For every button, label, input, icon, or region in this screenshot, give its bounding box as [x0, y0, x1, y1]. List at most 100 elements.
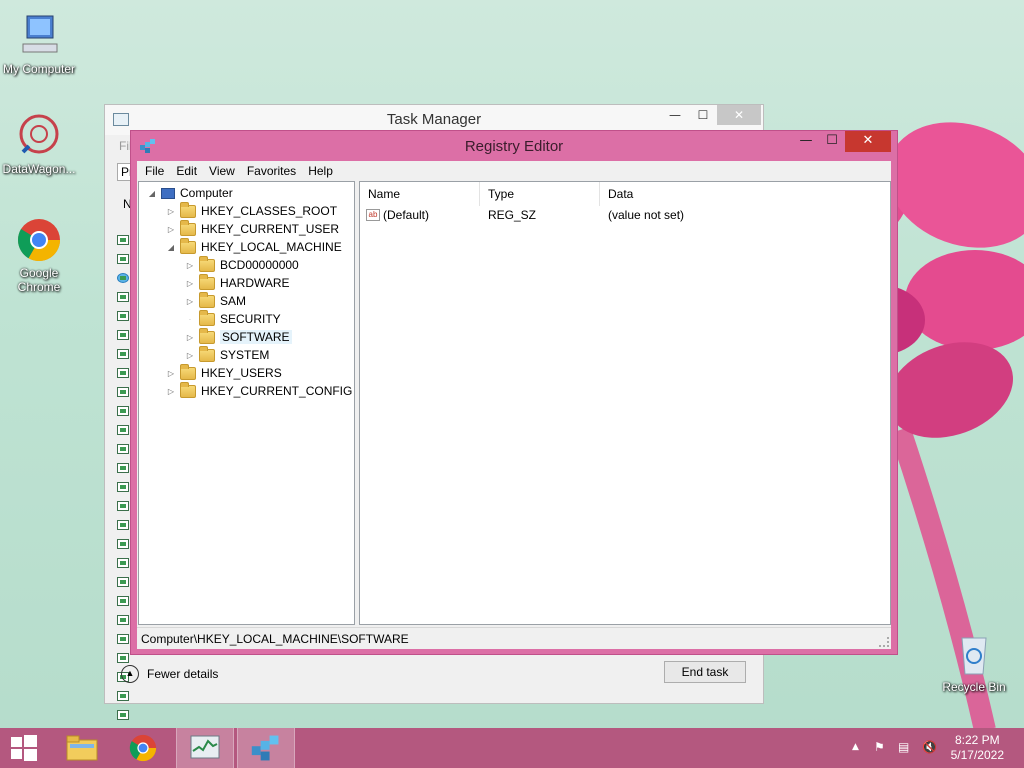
- tree-node-label: SAM: [220, 294, 247, 308]
- task-manager-icon: [190, 735, 220, 759]
- desktop-icon-datawagon[interactable]: DataWagon...: [1, 112, 77, 176]
- menu-view[interactable]: View: [203, 161, 241, 181]
- column-header-type[interactable]: Type: [480, 182, 600, 206]
- expand-arrow-icon[interactable]: ▷: [185, 333, 195, 342]
- registry-editor-window[interactable]: Registry Editor — ☐ ✕ File Edit View Fav…: [130, 130, 898, 655]
- close-button[interactable]: ✕: [845, 131, 891, 152]
- folder-icon: [180, 381, 196, 398]
- tree-node-hkey-local-machine[interactable]: ◢ HKEY_LOCAL_MACHINE: [166, 237, 342, 256]
- chrome-icon: [129, 734, 157, 762]
- tree-node-label: HARDWARE: [220, 276, 290, 290]
- close-button[interactable]: ✕: [717, 105, 761, 125]
- desktop-icon-label: DataWagon...: [2, 162, 76, 176]
- folder-icon: [199, 273, 215, 290]
- value-data: (value not set): [608, 208, 685, 222]
- clock-time: 8:22 PM: [954, 733, 1000, 747]
- menu-edit[interactable]: Edit: [170, 161, 203, 181]
- tree-node-label: SECURITY: [220, 312, 281, 326]
- tree-node-hkey-current-user[interactable]: ▷ HKEY_CURRENT_USER: [166, 219, 340, 238]
- value-name: (Default): [383, 208, 430, 222]
- clock-date: 5/17/2022: [950, 748, 1004, 762]
- folder-icon: [66, 735, 98, 761]
- windows-logo-icon: [11, 735, 37, 761]
- expand-arrow-icon[interactable]: ▷: [185, 279, 195, 288]
- tree-node-label: SOFTWARE: [220, 330, 292, 344]
- desktop-icon-label: Recycle Bin: [942, 680, 1006, 694]
- desktop-icon-recycle-bin[interactable]: Recycle Bin: [936, 630, 1012, 694]
- tree-node-label: HKEY_CLASSES_ROOT: [201, 204, 338, 218]
- minimize-button[interactable]: —: [793, 131, 819, 152]
- registry-editor-icon: [251, 735, 279, 761]
- value-type: REG_SZ: [488, 208, 537, 222]
- maximize-button[interactable]: ☐: [819, 131, 845, 152]
- tree-node-label: HKEY_CURRENT_USER: [201, 222, 340, 236]
- expand-arrow-icon[interactable]: ▷: [185, 351, 195, 360]
- column-header-data[interactable]: Data: [600, 182, 890, 206]
- desktop-icon-my-computer[interactable]: My Computer: [1, 12, 77, 76]
- registry-tree[interactable]: ◢ Computer ▷ HKEY_CLASSES_ROOT ▷ HKEY_CU…: [138, 181, 355, 625]
- fewer-details-label: Fewer details: [147, 667, 219, 681]
- menu-help[interactable]: Help: [302, 161, 339, 181]
- desktop-icon-label: Google Chrome: [17, 266, 61, 294]
- tree-node-hkey-current-config[interactable]: ▷ HKEY_CURRENT_CONFIG: [166, 381, 353, 400]
- tree-node-hardware[interactable]: ▷ HARDWARE: [185, 273, 290, 292]
- folder-icon: [199, 327, 215, 344]
- value-row[interactable]: ab (Default): [366, 208, 429, 222]
- expand-arrow-icon[interactable]: ▷: [166, 387, 176, 396]
- taskbar-registry-editor[interactable]: [237, 728, 295, 768]
- tree-node-system[interactable]: ▷ SYSTEM: [185, 345, 270, 364]
- maximize-button[interactable]: ☐: [689, 105, 717, 125]
- tree-node-computer[interactable]: ◢ Computer: [147, 184, 233, 202]
- end-task-button[interactable]: End task: [664, 661, 746, 683]
- menu-file[interactable]: File: [139, 161, 170, 181]
- tree-node-label: BCD00000000: [220, 258, 299, 272]
- folder-icon: [180, 237, 196, 254]
- column-header-name[interactable]: Name: [360, 182, 480, 206]
- action-center-icon[interactable]: ⚑: [874, 740, 885, 754]
- string-value-icon: ab: [366, 209, 380, 221]
- tree-node-hkey-classes-root[interactable]: ▷ HKEY_CLASSES_ROOT: [166, 201, 338, 220]
- tree-node-label: HKEY_CURRENT_CONFIG: [201, 384, 353, 398]
- expand-arrow-icon[interactable]: ▷: [185, 261, 195, 270]
- expand-arrow-icon[interactable]: ▷: [166, 207, 176, 216]
- tree-node-label: SYSTEM: [220, 348, 270, 362]
- menu-bar: File Edit View Favorites Help: [137, 161, 891, 181]
- registry-editor-client: File Edit View Favorites Help ◢ Computer…: [137, 161, 891, 649]
- network-icon[interactable]: ▤: [898, 740, 909, 754]
- taskbar-clock[interactable]: 8:22 PM 5/17/2022: [951, 733, 1004, 763]
- taskbar-chrome[interactable]: [114, 728, 172, 768]
- volume-muted-icon[interactable]: 🔇: [922, 740, 937, 754]
- folder-icon: [199, 309, 215, 326]
- tree-node-security[interactable]: · SECURITY: [185, 309, 281, 328]
- taskbar-task-manager[interactable]: [176, 728, 234, 768]
- computer-icon: [15, 12, 63, 60]
- chrome-icon: [15, 216, 63, 264]
- expand-arrow-icon[interactable]: ▷: [166, 369, 176, 378]
- tree-node-software[interactable]: ▷ SOFTWARE: [185, 327, 292, 346]
- values-list[interactable]: Name Type Data ab (Default) REG_SZ (valu…: [359, 181, 891, 625]
- datawagon-icon: [15, 112, 63, 160]
- tree-connector: ·: [188, 314, 192, 324]
- tree-node-sam[interactable]: ▷ SAM: [185, 291, 247, 310]
- collapse-arrow-icon[interactable]: ◢: [166, 243, 176, 252]
- tree-node-label: HKEY_USERS: [201, 366, 282, 380]
- expand-arrow-icon[interactable]: ▷: [166, 225, 176, 234]
- registry-editor-titlebar[interactable]: Registry Editor — ☐ ✕: [131, 131, 897, 161]
- fewer-details-link[interactable]: ▲ Fewer details: [121, 665, 218, 683]
- start-button[interactable]: [0, 728, 58, 768]
- folder-icon: [180, 219, 196, 236]
- show-hidden-icons-button[interactable]: ▲: [852, 742, 859, 752]
- tree-node-hkey-users[interactable]: ▷ HKEY_USERS: [166, 363, 282, 382]
- tree-node-bcd00000000[interactable]: ▷ BCD00000000: [185, 255, 299, 274]
- registry-editor-title: Registry Editor: [464, 138, 564, 155]
- minimize-button[interactable]: —: [661, 105, 689, 125]
- taskbar-file-explorer[interactable]: [54, 728, 112, 768]
- expand-arrow-icon[interactable]: ▷: [185, 297, 195, 306]
- collapse-arrow-icon[interactable]: ◢: [147, 189, 157, 198]
- resize-grip-icon[interactable]: [879, 637, 889, 647]
- folder-icon: [180, 201, 196, 218]
- tree-node-label: Computer: [180, 186, 233, 200]
- desktop-icon-google-chrome[interactable]: Google Chrome: [1, 216, 77, 294]
- folder-icon: [180, 363, 196, 380]
- menu-favorites[interactable]: Favorites: [241, 161, 302, 181]
